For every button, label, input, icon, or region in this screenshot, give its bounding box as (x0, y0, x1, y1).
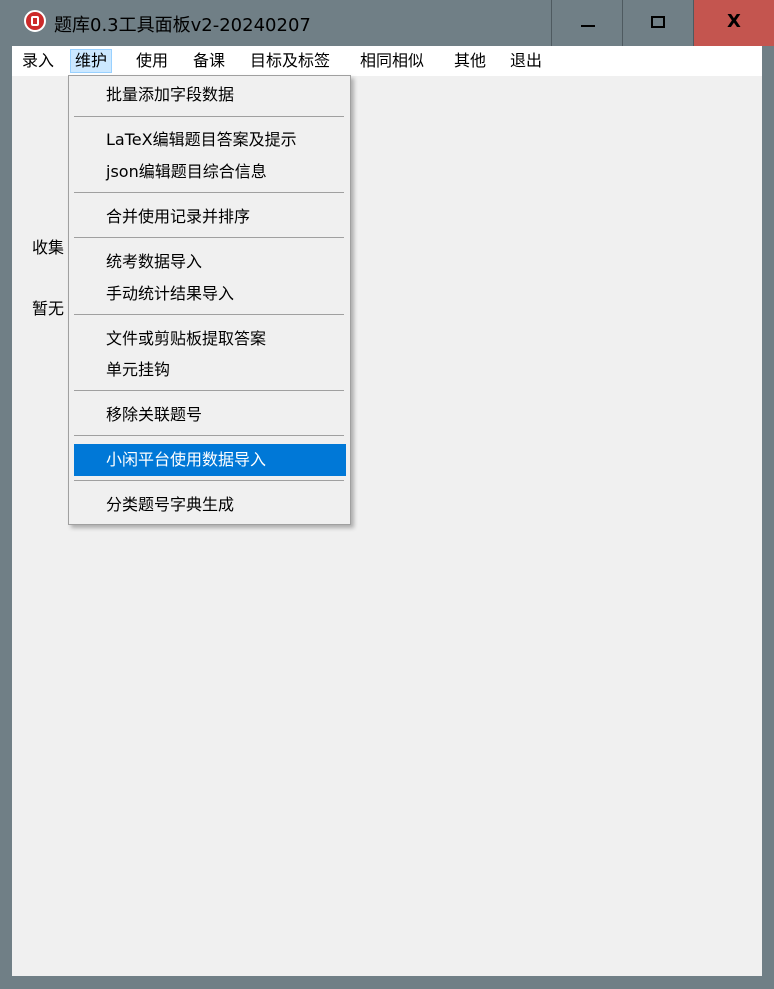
menu-item-exam-data-import[interactable]: 统考数据导入 (74, 247, 346, 277)
menu-beike[interactable]: 备课 (188, 49, 230, 73)
menu-bar: 录入 维护 使用 备课 目标及标签 相同相似 其他 退出 (12, 46, 762, 76)
menu-item-json-edit[interactable]: json编辑题目综合信息 (74, 157, 346, 187)
menu-separator (74, 390, 344, 391)
menu-item-extract-answers[interactable]: 文件或剪贴板提取答案 (74, 324, 346, 354)
menu-separator (74, 116, 344, 117)
menu-mubiao-biaoqian[interactable]: 目标及标签 (245, 49, 335, 73)
menu-item-xiaoxian-import[interactable]: 小闲平台使用数据导入 (74, 444, 346, 476)
collect-label: 收集 (32, 238, 65, 257)
menu-item-merge-usage-records[interactable]: 合并使用记录并排序 (74, 202, 346, 232)
close-button[interactable]: X (693, 0, 774, 46)
menu-item-batch-add-field-data[interactable]: 批量添加字段数据 (74, 80, 346, 110)
menu-item-unit-link[interactable]: 单元挂钩 (74, 355, 346, 385)
menu-weihu[interactable]: 维护 (70, 49, 113, 73)
window-title: 题库0.3工具面板v2-20240207 (54, 15, 311, 36)
maximize-icon (651, 16, 665, 28)
menu-luru[interactable]: 录入 (17, 49, 59, 73)
menu-xiangtong-xiangsi[interactable]: 相同相似 (355, 49, 429, 73)
menu-separator (74, 314, 344, 315)
menu-item-category-dictionary[interactable]: 分类题号字典生成 (74, 490, 346, 520)
maintenance-dropdown-menu: 批量添加字段数据 LaTeX编辑题目答案及提示 json编辑题目综合信息 合并使… (68, 75, 351, 525)
menu-item-remove-linked-ids[interactable]: 移除关联题号 (74, 400, 346, 430)
maximize-button[interactable] (622, 0, 693, 46)
none-label: 暂无 (32, 299, 65, 318)
menu-item-latex-edit[interactable]: LaTeX编辑题目答案及提示 (74, 125, 346, 155)
menu-qita[interactable]: 其他 (449, 49, 491, 73)
menu-separator (74, 192, 344, 193)
menu-separator (74, 435, 344, 436)
app-logo-icon[interactable] (24, 10, 46, 32)
menu-tuichu[interactable]: 退出 (505, 49, 547, 73)
minimize-icon (581, 25, 595, 27)
app-window: 题库0.3工具面板v2-20240207 X 录入 维护 使用 备课 目标及标签… (0, 0, 774, 989)
minimize-button[interactable] (551, 0, 622, 46)
close-icon: X (727, 11, 741, 32)
menu-shiyong[interactable]: 使用 (131, 49, 173, 73)
menu-separator (74, 480, 344, 481)
title-bar[interactable]: 题库0.3工具面板v2-20240207 X (0, 0, 774, 46)
menu-separator (74, 237, 344, 238)
menu-item-manual-stats-import[interactable]: 手动统计结果导入 (74, 279, 346, 309)
